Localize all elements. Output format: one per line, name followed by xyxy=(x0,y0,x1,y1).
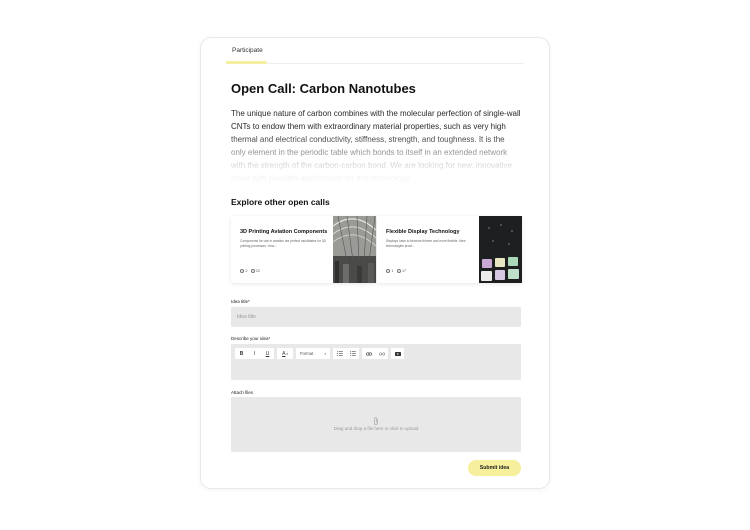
chevron-down-icon: ▾ xyxy=(324,351,326,356)
comment-icon xyxy=(240,269,244,273)
card-title: 3D Printing Aviation Components xyxy=(240,229,328,235)
upload-instructions: Drag and drop a file here or click to up… xyxy=(333,426,419,431)
card-image-display-panel xyxy=(479,216,522,283)
submission-panel: Participate Open Call: Carbon Nanotubes … xyxy=(201,38,549,488)
attach-files-label: Attach files xyxy=(231,390,254,395)
ordered-list-button[interactable] xyxy=(333,348,346,359)
like-count: 22 xyxy=(256,269,260,273)
like-icon xyxy=(250,269,255,273)
explore-heading: Explore other open calls xyxy=(231,197,330,207)
ordered-list-icon xyxy=(336,351,343,356)
description-block: The unique nature of carbon combines wit… xyxy=(231,107,521,185)
card-body: 3D Printing Aviation Components Componen… xyxy=(240,229,330,248)
comment-icon xyxy=(386,269,390,273)
underline-button[interactable]: U xyxy=(261,348,274,359)
open-call-card-3d-printing[interactable]: 3D Printing Aviation Components Componen… xyxy=(231,216,376,283)
like-icon xyxy=(396,269,401,273)
card-stats: 2 22 xyxy=(240,269,260,273)
unlink-icon xyxy=(378,352,385,356)
unlink-button[interactable] xyxy=(375,348,388,359)
link-icon xyxy=(365,352,372,356)
text-style-group: B I U xyxy=(235,348,274,359)
bullet-list-icon xyxy=(349,351,356,356)
idea-title-label: Idea title* xyxy=(231,299,250,304)
text-color-letter: A xyxy=(282,350,286,357)
card-image-architecture xyxy=(333,216,376,283)
comment-count: 1 xyxy=(391,269,394,273)
video-embed-button[interactable] xyxy=(391,348,404,359)
card-description: Components for use in aviation are perfe… xyxy=(240,239,326,248)
list-group xyxy=(333,348,359,359)
active-tab-indicator xyxy=(226,61,267,64)
file-upload-dropzone[interactable]: Drag and drop a file here or click to up… xyxy=(231,397,521,452)
paperclip-icon xyxy=(374,417,378,425)
bold-button[interactable]: B xyxy=(235,348,248,359)
tab-bar: Participate xyxy=(226,38,524,64)
bullet-list-button[interactable] xyxy=(346,348,359,359)
media-group xyxy=(391,348,404,359)
chevron-down-icon: ▾ xyxy=(286,351,288,356)
italic-button[interactable]: I xyxy=(248,348,261,359)
text-color-group: A ▾ xyxy=(277,348,293,359)
format-select[interactable]: Format ▾ xyxy=(296,348,330,359)
card-stats: 1 17 xyxy=(386,269,406,273)
describe-idea-label: Describe your idea* xyxy=(231,336,271,341)
link-button[interactable] xyxy=(362,348,375,359)
comment-count: 2 xyxy=(245,269,248,273)
idea-title-input[interactable]: Idea title xyxy=(231,307,521,327)
editor-toolbar: B I U A ▾ Format ▾ xyxy=(235,348,404,359)
open-call-card-flexible-display[interactable]: Flexible Display Technology Displays hav… xyxy=(377,216,522,283)
idea-description-editor[interactable]: B I U A ▾ Format ▾ xyxy=(231,344,521,380)
text-color-button[interactable]: A ▾ xyxy=(277,348,293,359)
card-description: Displays have to become thinner and more… xyxy=(386,239,466,248)
link-group xyxy=(362,348,388,359)
idea-title-placeholder: Idea title xyxy=(237,314,256,320)
page-title: Open Call: Carbon Nanotubes xyxy=(231,81,416,96)
card-title: Flexible Display Technology xyxy=(386,229,460,235)
like-count: 17 xyxy=(402,269,406,273)
submit-idea-button[interactable]: Submit idea xyxy=(468,460,521,476)
format-select-label: Format xyxy=(300,351,314,356)
tab-participate[interactable]: Participate xyxy=(232,47,263,54)
video-icon xyxy=(394,351,401,356)
card-body: Flexible Display Technology Displays hav… xyxy=(386,229,476,248)
description-fade xyxy=(231,133,521,185)
